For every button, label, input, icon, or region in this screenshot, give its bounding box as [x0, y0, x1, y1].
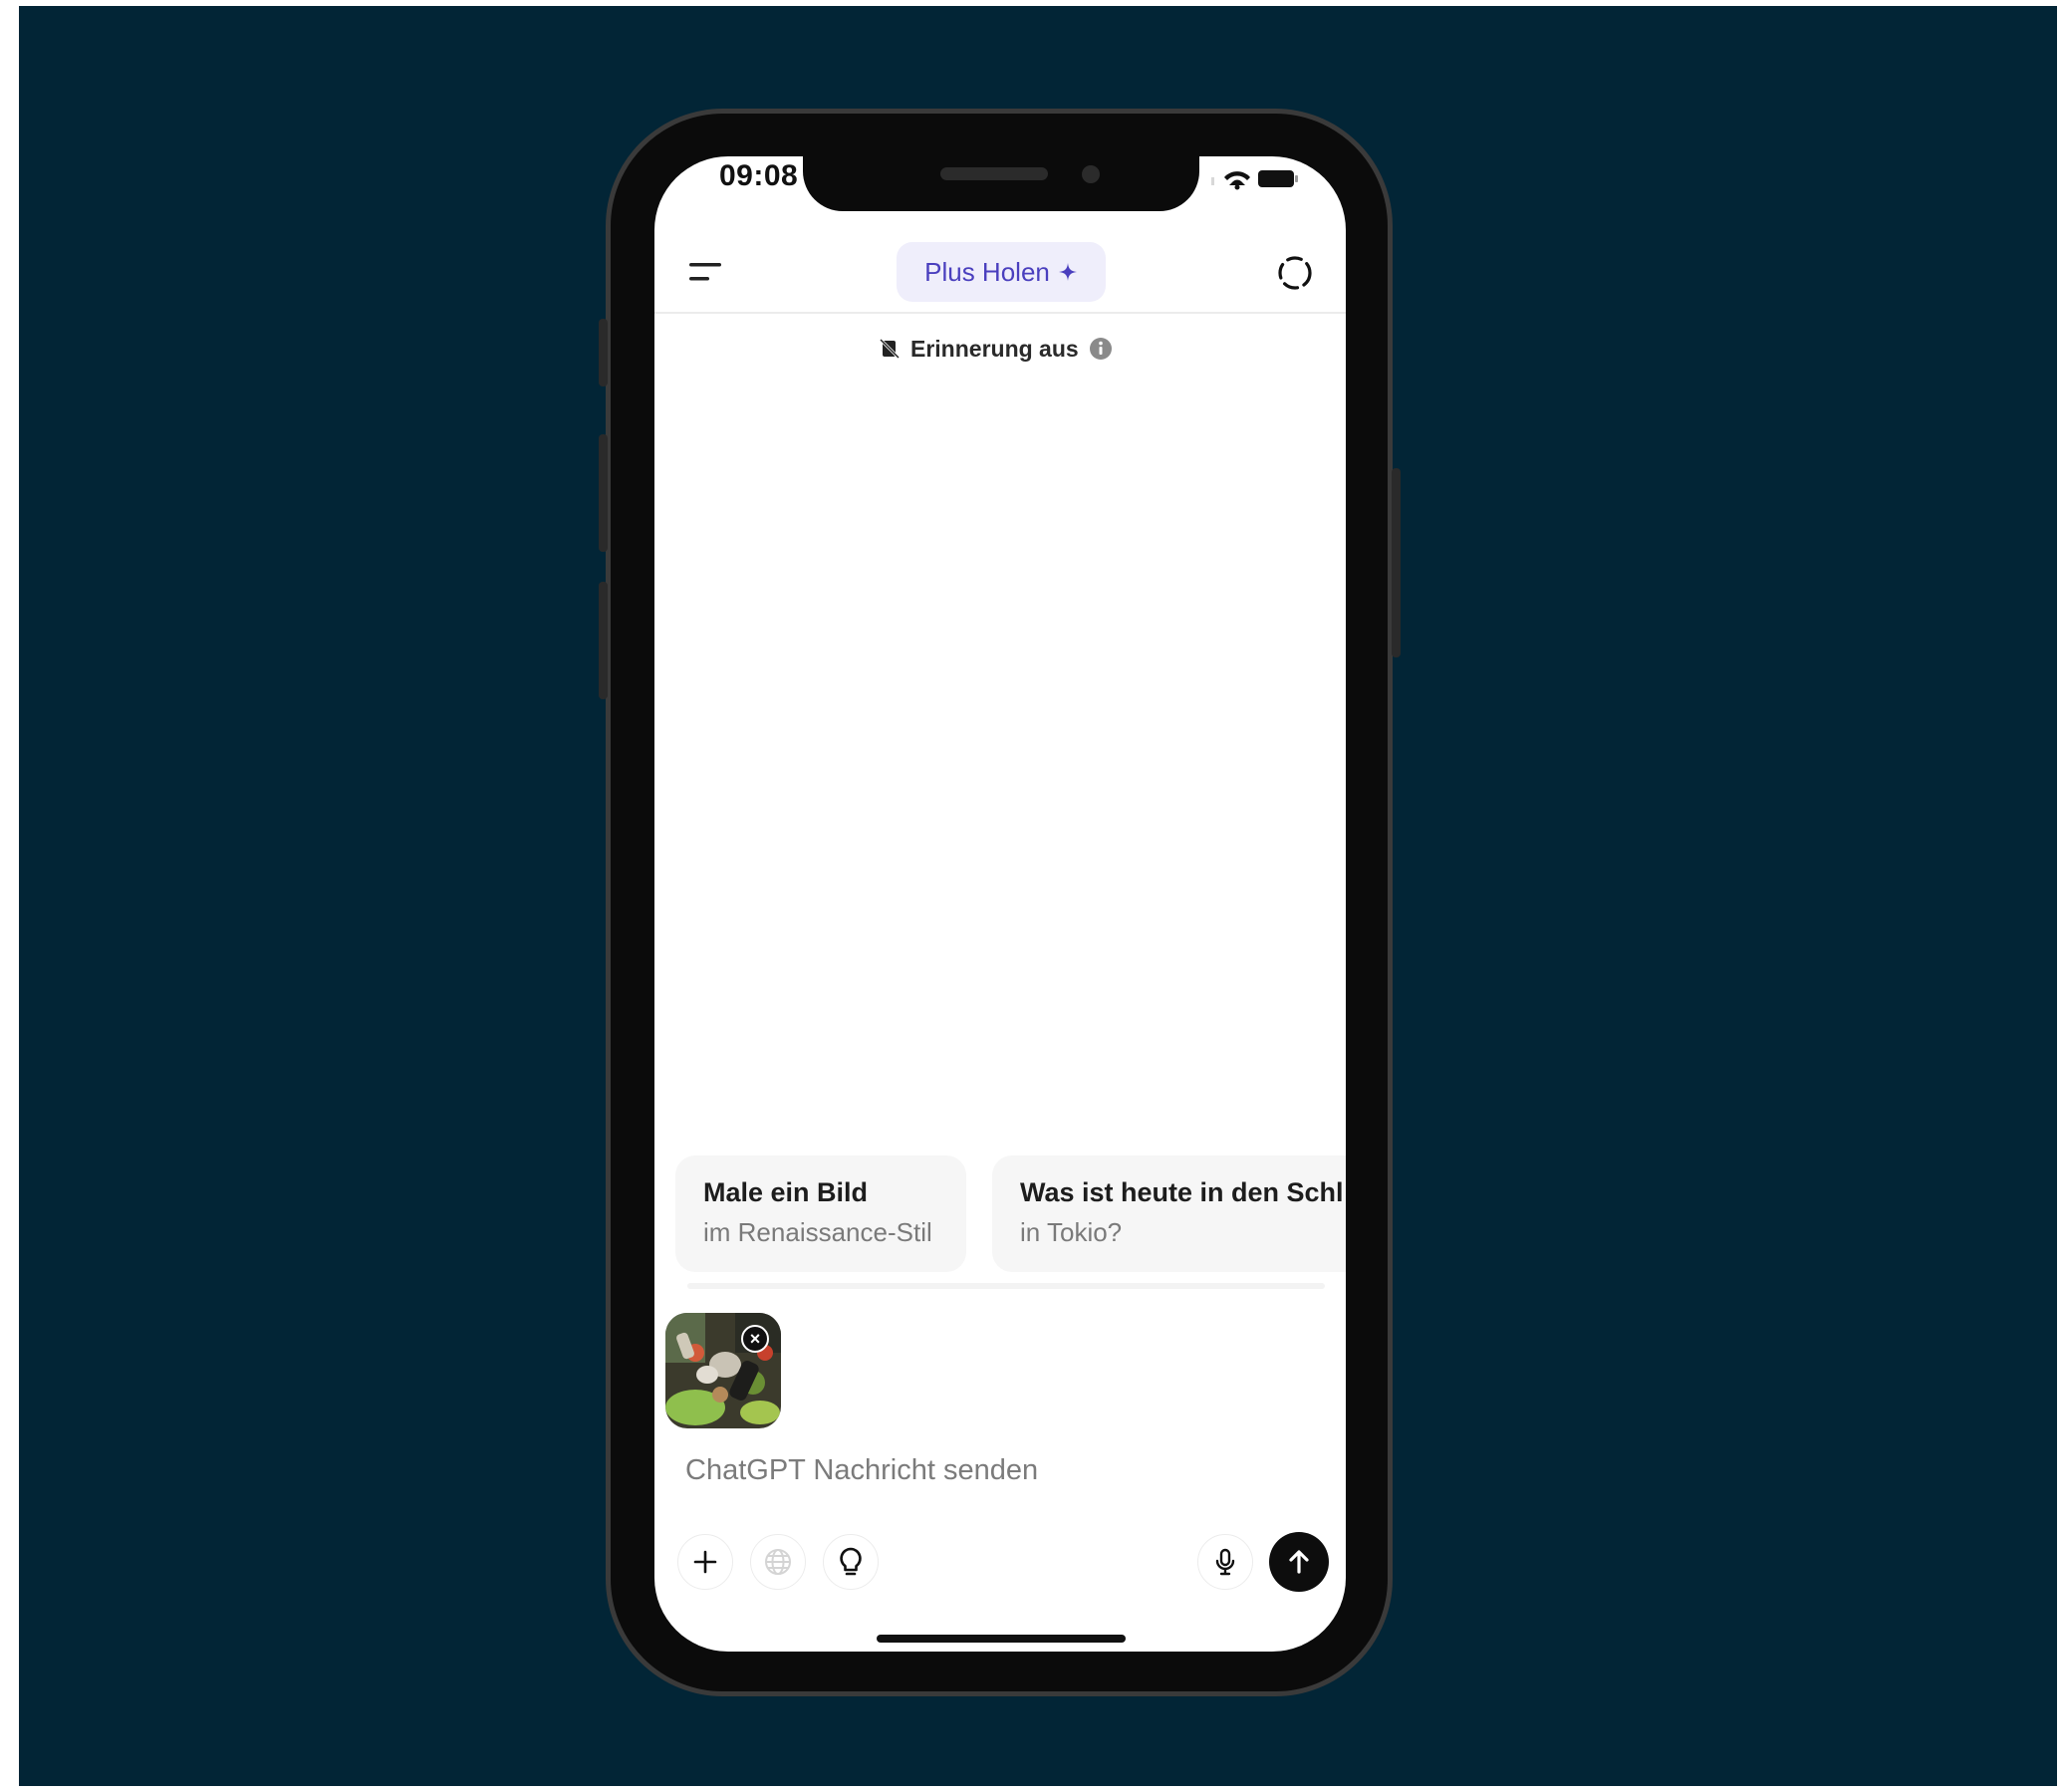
remove-attachment-button[interactable]: × — [741, 1325, 769, 1353]
menu-icon[interactable] — [687, 257, 727, 289]
info-icon[interactable] — [1089, 337, 1113, 361]
suggestion-subtitle: in Tokio? — [1020, 1217, 1123, 1247]
suggestion-title: Male ein Bild — [703, 1177, 869, 1207]
memory-status-label: Erinnerung aus — [910, 335, 1079, 362]
battery-icon — [1258, 170, 1298, 187]
phone-notch — [803, 151, 1199, 211]
phone-side-button — [599, 319, 608, 386]
voice-input-button[interactable] — [1197, 1534, 1253, 1590]
suggestion-card[interactable]: Male ein Bild im Renaissance-Stil — [675, 1155, 966, 1272]
notch-speaker — [940, 167, 1048, 180]
sparkle-plus-icon — [1058, 263, 1077, 281]
send-button[interactable] — [1269, 1532, 1329, 1592]
search-web-button[interactable] — [750, 1534, 806, 1590]
composer-top-edge — [687, 1283, 1325, 1289]
arrow-up-icon — [1289, 1550, 1309, 1574]
microphone-icon — [1215, 1548, 1235, 1576]
suggestion-subtitle: im Renaissance-Stil — [703, 1217, 932, 1247]
globe-icon — [765, 1549, 791, 1575]
get-plus-button[interactable]: Plus Holen — [897, 242, 1106, 302]
home-indicator — [877, 1635, 1126, 1643]
plus-icon — [693, 1550, 717, 1574]
suggestion-cards: Male ein Bild im Renaissance-Stil Was is… — [675, 1155, 1346, 1272]
memory-status: Erinnerung aus — [879, 333, 1113, 365]
phone-volume-up — [599, 434, 608, 552]
header-divider — [654, 312, 1346, 314]
notch-camera — [1082, 165, 1100, 183]
lightbulb-icon — [840, 1547, 862, 1576]
status-time: 09:08 — [719, 159, 799, 192]
attach-button[interactable] — [677, 1534, 733, 1590]
suggestion-card[interactable]: Was ist heute in den Schl in Tokio? — [992, 1155, 1346, 1272]
reason-button[interactable] — [823, 1534, 879, 1590]
message-input[interactable] — [685, 1448, 1303, 1492]
signal-icon — [1211, 177, 1214, 185]
phone-power-button — [1392, 468, 1401, 657]
wifi-icon — [1224, 171, 1250, 190]
phone-volume-down — [599, 582, 608, 699]
status-icons — [1211, 170, 1298, 190]
temporary-chat-icon[interactable] — [1275, 253, 1315, 293]
get-plus-label: Plus Holen — [924, 256, 1050, 287]
suggestion-title: Was ist heute in den Schl — [1020, 1177, 1344, 1207]
memory-off-icon — [879, 338, 901, 360]
close-icon: × — [749, 1328, 761, 1349]
